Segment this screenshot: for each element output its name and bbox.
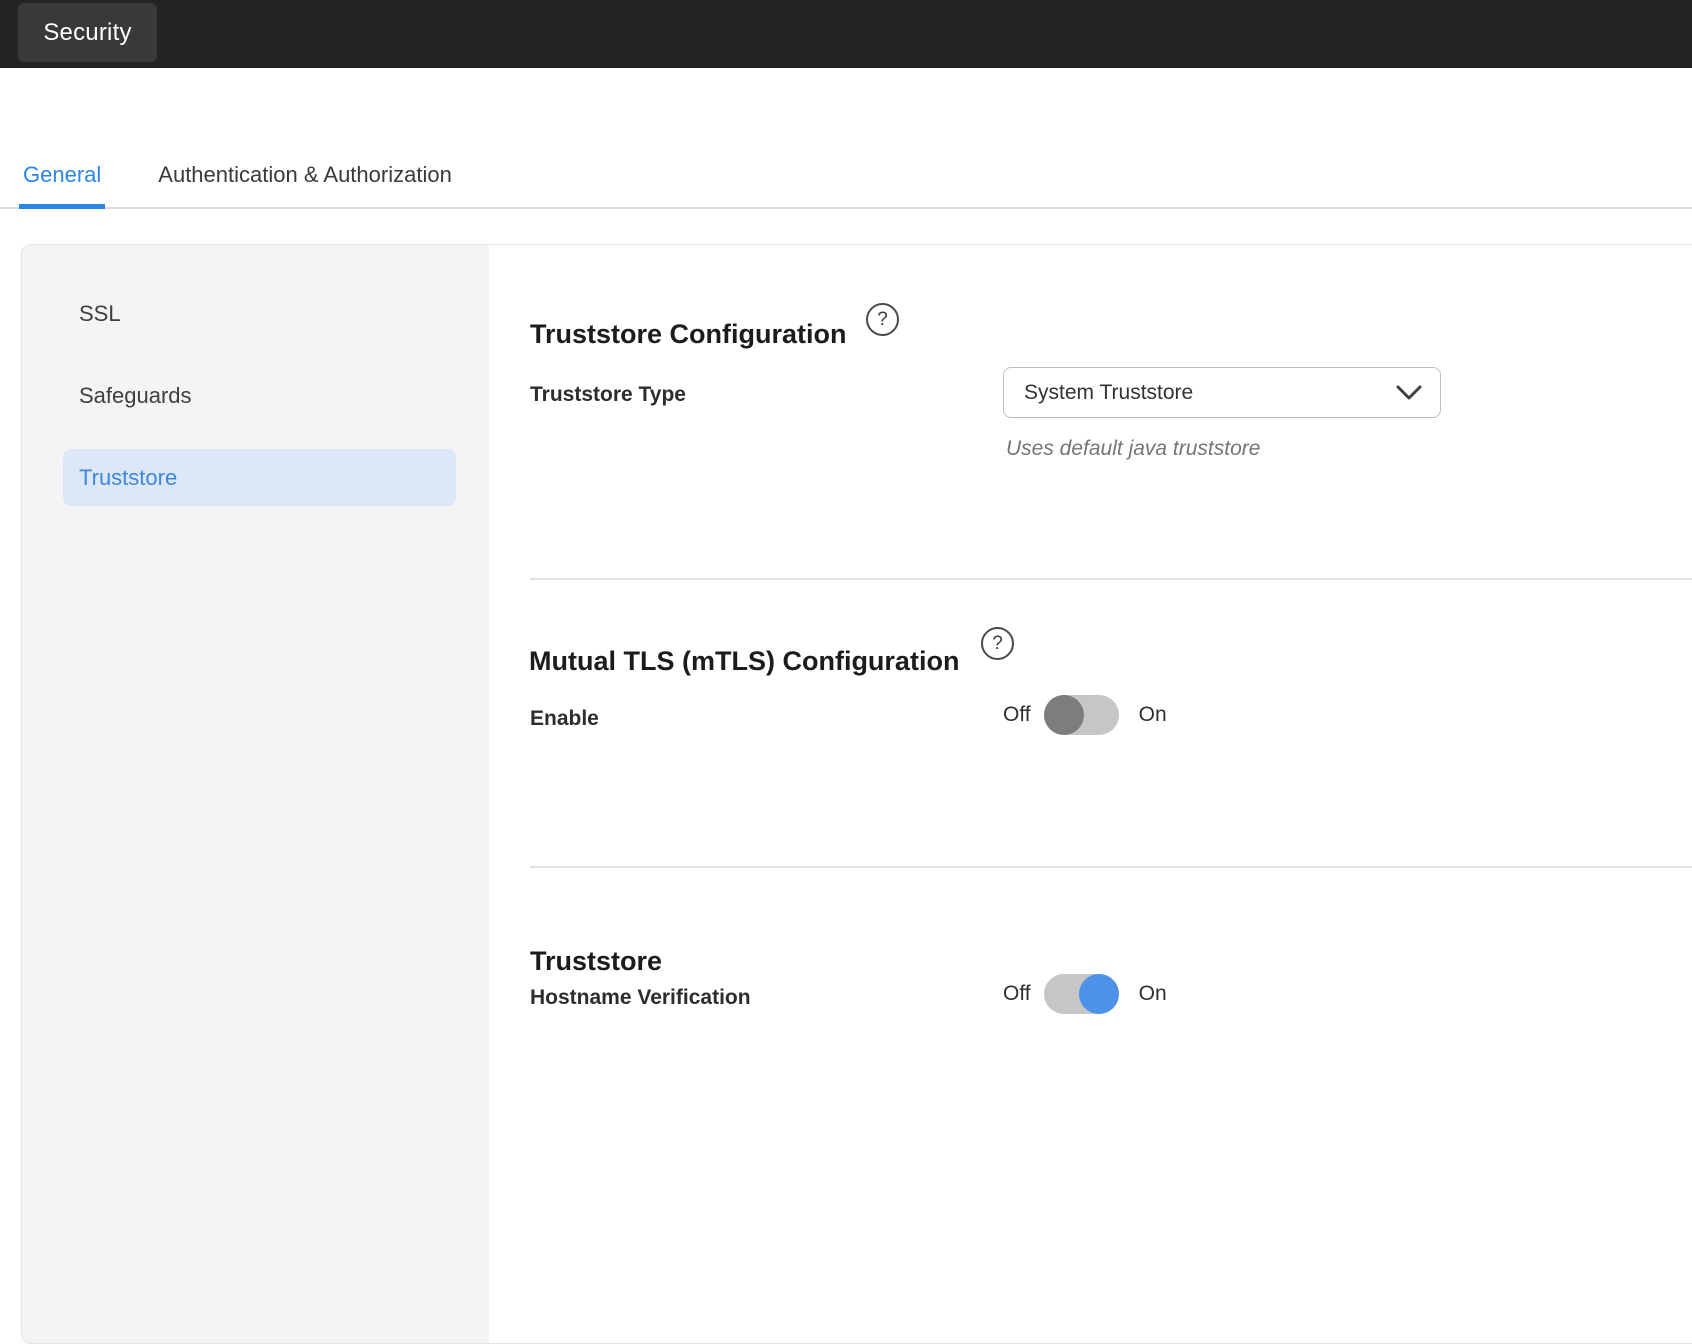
truststore-configuration-title: Truststore Configuration <box>530 319 847 350</box>
toggle-on-label: On <box>1139 982 1167 1006</box>
sidebar-item-safeguards[interactable]: Safeguards <box>63 367 456 424</box>
tab-general[interactable]: General <box>19 143 105 207</box>
truststore-type-selected-value: System Truststore <box>1024 381 1396 405</box>
page-title-text: Security <box>43 19 131 47</box>
sidebar-item-safeguards-label: Safeguards <box>79 383 192 409</box>
sidebar-item-truststore[interactable]: Truststore <box>63 449 456 506</box>
question-mark-icon: ? <box>992 633 1003 655</box>
app-header: Security <box>0 0 1692 68</box>
toggle-off-label: Off <box>1003 982 1031 1006</box>
page-title: Security <box>18 3 157 62</box>
chevron-down-icon <box>1396 385 1422 401</box>
sidebar-item-truststore-label: Truststore <box>79 465 177 491</box>
toggle-knob <box>1079 974 1119 1014</box>
question-mark-icon: ? <box>877 309 888 331</box>
mtls-configuration-title: Mutual TLS (mTLS) Configuration <box>529 646 959 677</box>
mtls-enable-label: Enable <box>530 707 599 731</box>
hostname-verification-label: Hostname Verification <box>530 986 751 1010</box>
mtls-configuration-help-icon[interactable]: ? <box>981 627 1014 660</box>
sidebar-item-ssl-label: SSL <box>79 301 121 327</box>
truststore-type-helper-text: Uses default java truststore <box>1006 437 1260 461</box>
hostname-verification-toggle-row: Off On <box>1003 974 1167 1014</box>
mtls-enable-toggle[interactable] <box>1044 695 1119 735</box>
toggle-off-label: Off <box>1003 703 1031 727</box>
section-divider <box>530 578 1692 580</box>
sidebar-item-ssl[interactable]: SSL <box>63 285 456 342</box>
toggle-on-label: On <box>1139 703 1167 727</box>
truststore-configuration-help-icon[interactable]: ? <box>866 303 899 336</box>
tab-authentication-authorization[interactable]: Authentication & Authorization <box>154 143 456 207</box>
hostname-verification-toggle[interactable] <box>1044 974 1119 1014</box>
mtls-enable-toggle-row: Off On <box>1003 695 1167 735</box>
section-divider <box>530 866 1692 868</box>
settings-card: SSL Safeguards Truststore Truststore Con… <box>21 244 1692 1344</box>
settings-sidebar: SSL Safeguards Truststore <box>22 245 489 1343</box>
truststore-type-select[interactable]: System Truststore <box>1003 367 1441 418</box>
tab-authentication-authorization-label: Authentication & Authorization <box>158 162 452 188</box>
toggle-knob <box>1044 695 1084 735</box>
tab-bar: General Authentication & Authorization <box>0 143 1692 209</box>
tab-general-label: General <box>23 162 101 188</box>
truststore-type-label: Truststore Type <box>530 383 686 407</box>
truststore-section-title: Truststore <box>530 946 662 977</box>
